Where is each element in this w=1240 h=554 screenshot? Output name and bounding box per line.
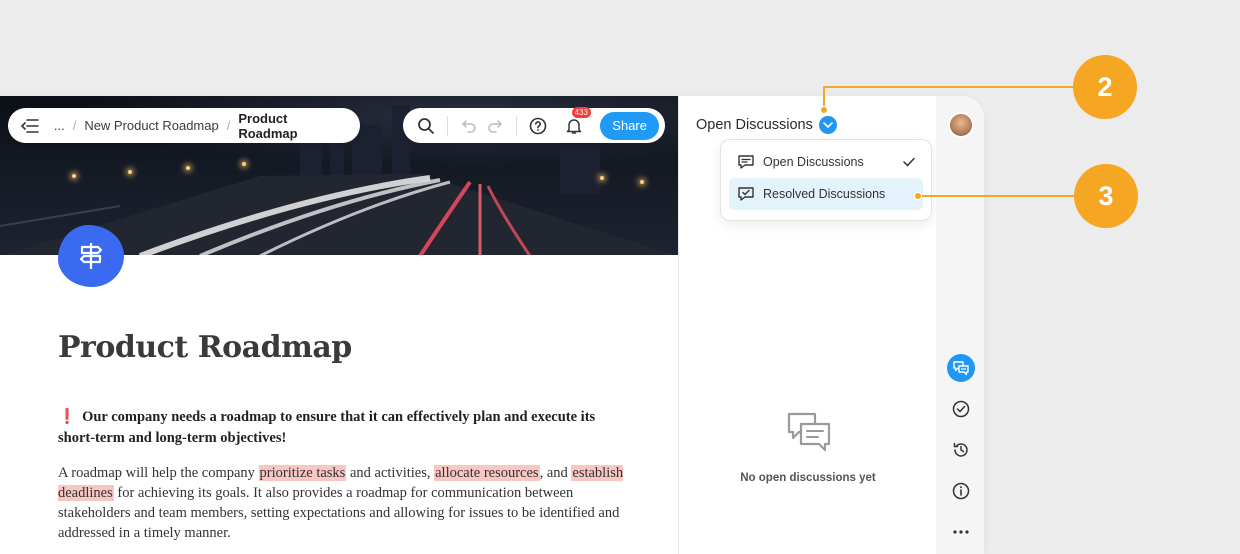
rail-more-button[interactable] <box>947 518 975 546</box>
exclamation-icon: ❗ <box>58 409 77 425</box>
app-window: ... / New Product Roadmap / Product Road… <box>0 96 984 554</box>
callout-content: Our company needs a roadmap to ensure th… <box>58 409 596 446</box>
more-horizontal-icon <box>953 530 969 534</box>
share-button[interactable]: Share <box>600 111 659 140</box>
body-paragraph: A roadmap will help the company prioriti… <box>58 463 628 543</box>
annotation-2-leader <box>823 86 1074 88</box>
breadcrumb-current: Product Roadmap <box>238 110 298 141</box>
discussions-icon <box>953 361 969 376</box>
info-icon <box>952 482 970 500</box>
comment-check-icon <box>738 187 754 201</box>
menu-item-label: Open Discussions <box>763 155 864 169</box>
discussions-empty-icon <box>787 412 831 452</box>
rail-info-button[interactable] <box>947 477 975 505</box>
highlight-comment[interactable]: prioritize tasks <box>258 465 347 481</box>
redo-icon <box>488 119 503 133</box>
toolbar-divider <box>447 115 448 136</box>
breadcrumb-toolbar: ... / New Product Roadmap / Product Road… <box>8 108 360 143</box>
help-button[interactable] <box>525 113 551 139</box>
menu-item-label: Resolved Discussions <box>763 187 886 201</box>
menu-item-resolved-discussions[interactable]: Resolved Discussions <box>729 178 923 210</box>
history-icon <box>953 442 968 457</box>
paragraph-text: and activities, <box>346 465 435 481</box>
paragraph-text: , and <box>539 465 572 481</box>
page-title: Product Roadmap <box>58 330 352 365</box>
check-circle-icon <box>952 400 970 418</box>
breadcrumb-separator: / <box>72 118 77 133</box>
toolbar-divider <box>516 115 517 136</box>
checkmark-icon <box>903 157 915 167</box>
notification-badge: 433 <box>571 106 591 118</box>
breadcrumb: ... / New Product Roadmap / Product Road… <box>54 111 348 141</box>
undo-icon <box>461 119 476 133</box>
action-toolbar: 433 Share <box>403 106 665 143</box>
comment-icon <box>738 155 754 169</box>
right-rail <box>936 96 984 554</box>
menu-item-open-discussions[interactable]: Open Discussions <box>729 146 923 178</box>
highlight-comment[interactable]: allocate resources <box>434 465 540 481</box>
rail-tasks-button[interactable] <box>947 395 975 423</box>
signpost-icon[interactable] <box>58 225 124 287</box>
empty-state-text: No open discussions yet <box>740 472 876 484</box>
bell-icon <box>566 118 582 134</box>
discussions-panel: Open Discussions Open Discussions Resolv… <box>678 96 936 554</box>
annotation-3-marker: 3 <box>1074 164 1138 228</box>
annotation-2-dot <box>820 106 828 114</box>
avatar[interactable] <box>948 112 974 138</box>
rail-discussions-button[interactable] <box>947 354 975 382</box>
document-pane: ... / New Product Roadmap / Product Road… <box>0 96 678 554</box>
callout-text: ❗ Our company needs a roadmap to ensure t… <box>58 407 618 449</box>
chevron-down-icon[interactable] <box>818 116 837 134</box>
paragraph-text: A roadmap will help the company <box>58 465 259 481</box>
search-button[interactable] <box>413 113 439 139</box>
annotation-2-marker: 2 <box>1073 55 1137 119</box>
rail-history-button[interactable] <box>947 436 975 464</box>
paragraph-text: for achieving its goals. It also provide… <box>58 485 620 541</box>
breadcrumb-separator: / <box>226 118 231 133</box>
breadcrumb-parent[interactable]: New Product Roadmap <box>84 118 218 133</box>
annotation-3-leader <box>920 195 1074 197</box>
discussions-header-label: Open Discussions <box>696 117 813 133</box>
search-icon <box>418 117 434 134</box>
notifications-button[interactable]: 433 <box>561 106 591 139</box>
annotation-3-dot <box>914 192 922 200</box>
help-icon <box>529 117 547 134</box>
undo-button[interactable] <box>456 113 482 139</box>
discussions-filter-menu: Open Discussions Resolved Discussions <box>720 139 932 221</box>
breadcrumb-ellipsis[interactable]: ... <box>54 118 65 133</box>
collapse-sidebar-icon[interactable] <box>20 116 40 136</box>
discussions-filter-toggle[interactable]: Open Discussions <box>696 116 837 134</box>
redo-button[interactable] <box>482 113 508 139</box>
